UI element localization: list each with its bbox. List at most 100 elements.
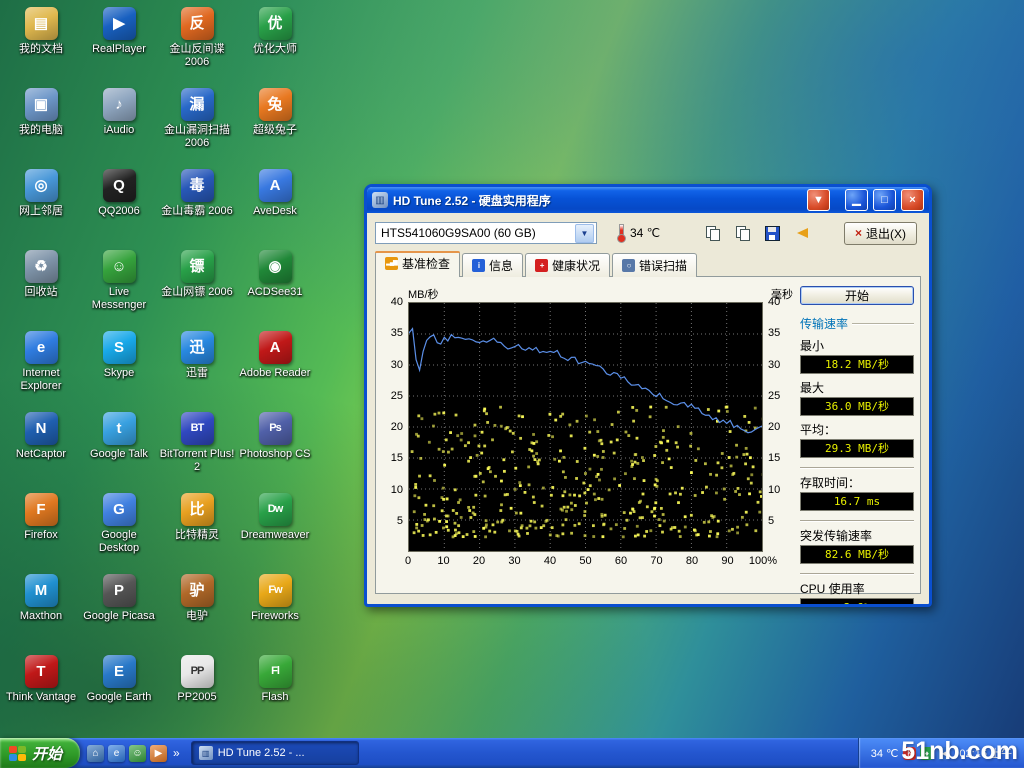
desktop-icon[interactable]: ♻回收站 xyxy=(2,245,80,326)
app-icon: A xyxy=(259,331,292,364)
y-tick-label: 5 xyxy=(768,515,774,527)
desktop-icon[interactable]: ♪iAudio xyxy=(80,83,158,164)
exit-button[interactable]: × 退出(X) xyxy=(844,222,917,245)
tab-错误扫描[interactable]: ○错误扫描 xyxy=(612,253,697,277)
burst-rate-label: 突发传输速率 xyxy=(800,527,914,544)
tray-icons: K ♦ ◄ xyxy=(903,747,950,760)
desktop-icon[interactable]: 优优化大师 xyxy=(236,2,314,83)
desktop-icon[interactable]: tGoogle Talk xyxy=(80,407,158,488)
desktop-icon-label: Live Messenger xyxy=(81,286,157,311)
taskbar-task-button[interactable]: ▥HD Tune 2.52 - ... xyxy=(191,741,359,765)
close-button[interactable]: × xyxy=(901,189,924,211)
desktop-icon[interactable]: 镖金山网镖 2006 xyxy=(158,245,236,326)
desktop-icon-label: ACDSee31 xyxy=(247,286,302,299)
save-screenshot-button[interactable] xyxy=(759,220,787,246)
desktop-icon[interactable]: ▣我的电脑 xyxy=(2,83,80,164)
desktop-icon[interactable]: NNetCaptor xyxy=(2,407,80,488)
desktop-icon[interactable]: MMaxthon xyxy=(2,569,80,650)
desktop-icon[interactable]: SSkype xyxy=(80,326,158,407)
desktop-icon[interactable]: GGoogle Desktop xyxy=(80,488,158,569)
tab-健康状况[interactable]: +健康状况 xyxy=(525,253,610,277)
x-tick-label: 0 xyxy=(405,555,411,567)
desktop-icon[interactable]: ◎ 网上邻居 xyxy=(2,164,80,245)
close-icon: × xyxy=(855,226,862,240)
x-tick-label: 30 xyxy=(508,555,520,567)
taskbar-clock[interactable]: 02:16 上午 xyxy=(959,745,1012,761)
messenger-icon[interactable]: ☺ xyxy=(129,745,146,762)
desktop-icon[interactable]: 驴电驴 xyxy=(158,569,236,650)
ie-icon[interactable]: e xyxy=(108,745,125,762)
desktop-icon[interactable]: EGoogle Earth xyxy=(80,650,158,731)
desktop-icon[interactable]: TThink Vantage xyxy=(2,650,80,731)
desktop-icon[interactable]: AAveDesk xyxy=(236,164,314,245)
antivirus-tray-icon[interactable]: K xyxy=(903,747,916,760)
quick-launch-overflow-icon[interactable]: » xyxy=(171,746,182,760)
tab-基准检查[interactable]: ▂▄▆基准检查 xyxy=(375,251,460,277)
desktop-icon-label: PP2005 xyxy=(177,691,216,704)
desktop-icon-label: 网上邻居 xyxy=(19,205,63,218)
desktop-icon[interactable]: QQQ2006 xyxy=(80,164,158,245)
desktop-icon-label: Google Picasa xyxy=(83,610,155,623)
desktop-icon[interactable]: PsPhotoshop CS xyxy=(236,407,314,488)
cpu-usage-value: 2.6% xyxy=(800,598,914,607)
desktop-icon[interactable]: eInternet Explorer xyxy=(2,326,80,407)
drive-select[interactable]: HTS541060G9SA00 (60 GB) ▼ xyxy=(375,222,597,244)
desktop-icon[interactable]: ▶RealPlayer xyxy=(80,2,158,83)
copy-screenshot-button[interactable] xyxy=(699,220,727,246)
desktop-icon[interactable]: FFirefox xyxy=(2,488,80,569)
burst-rate-value: 82.6 MB/秒 xyxy=(800,545,914,564)
app-icon: ♻ xyxy=(25,250,58,283)
desktop-icon[interactable]: BTBitTorrent Plus! 2 xyxy=(158,407,236,488)
desktop-icon[interactable]: 反金山反间谍 2006 xyxy=(158,2,236,83)
desktop-icon[interactable]: 迅迅雷 xyxy=(158,326,236,407)
window-titlebar[interactable]: ▥ HD Tune 2.52 - 硬盘实用程序 ▼ ▁ □ × xyxy=(367,187,929,213)
desktop-icon[interactable]: FwFireworks xyxy=(236,569,314,650)
hdtune-app-icon: ▥ xyxy=(372,192,388,208)
y-tick-label: 30 xyxy=(768,359,780,371)
desktop-icon[interactable]: 毒金山毒霸 2006 xyxy=(158,164,236,245)
start-button[interactable]: 开始 xyxy=(800,286,914,305)
desktop-icon-label: 我的文档 xyxy=(19,43,63,56)
desktop-icon[interactable]: DwDreamweaver xyxy=(236,488,314,569)
task-button-area: ▥HD Tune 2.52 - ... xyxy=(189,738,361,768)
tab-label: 健康状况 xyxy=(552,257,600,274)
tab-信息[interactable]: i信息 xyxy=(462,253,523,277)
app-icon: 镖 xyxy=(181,250,214,283)
desktop-icon-label: 优化大师 xyxy=(253,43,297,56)
copy-text-button[interactable] xyxy=(729,220,757,246)
avg-label: 平均： xyxy=(800,421,914,438)
desktop-icon[interactable]: 兔超级兔子 xyxy=(236,83,314,164)
desktop-icon[interactable]: PGoogle Picasa xyxy=(80,569,158,650)
desktop-icon-label: 超级兔子 xyxy=(253,124,297,137)
app-icon: 优 xyxy=(259,7,292,40)
volume-tray-icon[interactable]: ◄ xyxy=(937,747,950,760)
avg-value: 29.3 MB/秒 xyxy=(800,439,914,458)
app-icon: PP xyxy=(181,655,214,688)
desktop-icon[interactable]: ▤我的文档 xyxy=(2,2,80,83)
exit-button-label: 退出(X) xyxy=(866,225,906,242)
app-icon: 漏 xyxy=(181,88,214,121)
maximize-button[interactable]: □ xyxy=(873,189,896,211)
benchmark-tab-icon: ▂▄▆ xyxy=(385,257,398,270)
chevron-down-icon[interactable]: ▼ xyxy=(575,224,594,243)
access-time-label: 存取时间： xyxy=(800,474,914,491)
show-desktop-icon[interactable]: ⌂ xyxy=(87,745,104,762)
desktop-icon[interactable]: ☺Live Messenger xyxy=(80,245,158,326)
minimize-to-tray-button[interactable]: ▼ xyxy=(807,189,830,211)
firewall-tray-icon[interactable]: ♦ xyxy=(920,747,933,760)
desktop-icon[interactable]: ◉ACDSee31 xyxy=(236,245,314,326)
results-panel: 开始 传输速率 最小 18.2 MB/秒 最大 36.0 MB/秒 平均： 29… xyxy=(800,286,914,587)
x-tick-label: 10 xyxy=(437,555,449,567)
start-menu-button[interactable]: 开始 xyxy=(0,738,80,768)
x-axis-ticks: 0102030405060708090100% xyxy=(408,552,763,570)
desktop-icon[interactable]: FlFlash xyxy=(236,650,314,731)
media-player-icon[interactable]: ▶ xyxy=(150,745,167,762)
desktop-icon[interactable]: PP PP2005 xyxy=(158,650,236,731)
app-icon: ◎ xyxy=(25,169,58,202)
acoustic-button[interactable] xyxy=(789,220,817,246)
desktop-icon[interactable]: 漏金山漏洞扫描 2006 xyxy=(158,83,236,164)
desktop-icon[interactable]: AAdobe Reader xyxy=(236,326,314,407)
desktop-icon-label: 迅雷 xyxy=(186,367,208,380)
desktop-icon[interactable]: 比比特精灵 xyxy=(158,488,236,569)
minimize-button[interactable]: ▁ xyxy=(845,189,868,211)
